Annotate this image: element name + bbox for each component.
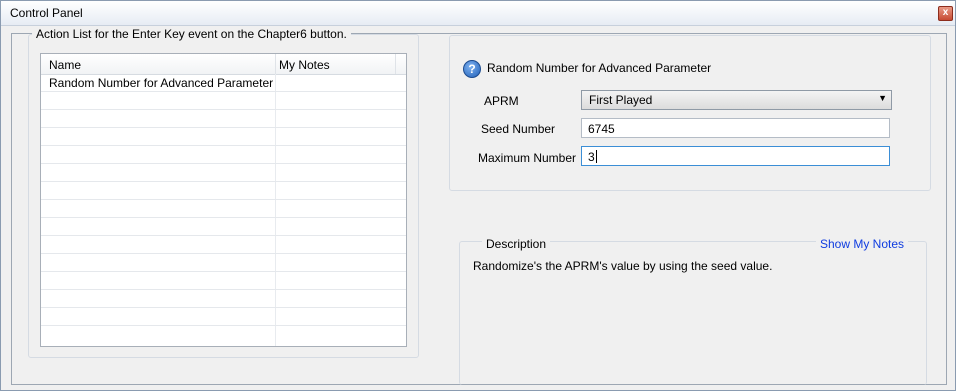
seed-number-input[interactable]: 6745	[581, 118, 890, 138]
list-item[interactable]	[41, 128, 406, 146]
list-item[interactable]	[41, 92, 406, 110]
title-bar: Control Panel x	[1, 1, 955, 26]
maximum-number-input[interactable]: 3	[581, 146, 890, 166]
list-item[interactable]	[41, 146, 406, 164]
show-my-notes-link[interactable]: Show My Notes	[816, 237, 909, 251]
close-button[interactable]: x	[938, 6, 953, 21]
list-header: Name My Notes	[41, 54, 406, 75]
help-icon[interactable]: ?	[463, 60, 481, 78]
seed-number-label: Seed Number	[481, 122, 556, 136]
column-separator[interactable]	[275, 54, 276, 74]
aprm-select[interactable]: First Played ▼	[581, 90, 892, 110]
list-item[interactable]	[41, 272, 406, 290]
list-item[interactable]: Random Number for Advanced Parameter	[41, 74, 406, 92]
column-header-my-notes[interactable]: My Notes	[279, 58, 330, 72]
close-icon: x	[942, 7, 949, 18]
maximum-number-value: 3	[588, 150, 597, 164]
seed-number-value: 6745	[588, 122, 615, 136]
description-legend: Description	[482, 237, 551, 251]
control-panel-window: Control Panel x Action List for the Ente…	[0, 0, 956, 391]
column-header-name[interactable]: Name	[49, 58, 81, 72]
list-item[interactable]	[41, 110, 406, 128]
list-item[interactable]	[41, 236, 406, 254]
list-item[interactable]	[41, 254, 406, 272]
list-item[interactable]	[41, 290, 406, 308]
list-item[interactable]	[41, 164, 406, 182]
aprm-label: APRM	[484, 94, 519, 108]
list-item[interactable]	[41, 218, 406, 236]
list-item[interactable]	[41, 200, 406, 218]
list-item-name: Random Number for Advanced Parameter	[49, 76, 274, 90]
chevron-down-icon: ▼	[878, 93, 887, 103]
description-text: Randomize's the APRM's value by using th…	[473, 259, 773, 273]
action-list[interactable]: Name My Notes Random Number for Advanced…	[40, 53, 407, 347]
column-separator[interactable]	[395, 54, 396, 74]
parameter-title: Random Number for Advanced Parameter	[483, 61, 716, 75]
aprm-selected-value: First Played	[589, 93, 653, 107]
window-title: Control Panel	[10, 6, 83, 20]
action-list-legend: Action List for the Enter Key event on t…	[32, 27, 351, 41]
list-item[interactable]	[41, 308, 406, 326]
maximum-number-label: Maximum Number	[478, 151, 577, 165]
list-item[interactable]	[41, 182, 406, 200]
parameter-group	[449, 35, 931, 191]
action-list-group: Action List for the Enter Key event on t…	[28, 27, 419, 358]
